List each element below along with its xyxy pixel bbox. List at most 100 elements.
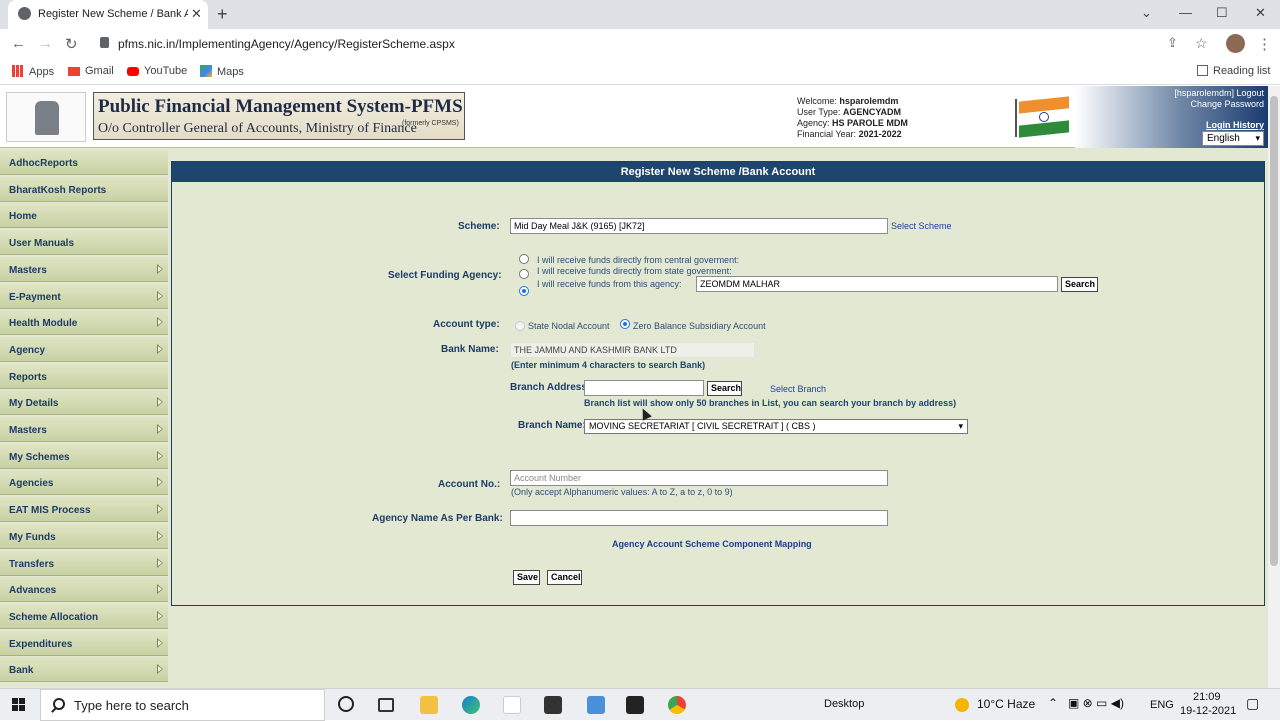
language-select[interactable]: English ▾ (1202, 131, 1264, 146)
browser-tab[interactable]: Register New Scheme / Bank Ac ✕ (8, 0, 208, 29)
edge-icon[interactable] (462, 696, 480, 714)
bookmark-gmail[interactable]: Gmail (68, 65, 114, 77)
central-funding-radio[interactable] (519, 254, 529, 264)
select-branch-link[interactable]: Select Branch (770, 384, 826, 394)
notification-icon[interactable]: ▢ (1246, 695, 1259, 712)
reading-list[interactable]: Reading list (1197, 65, 1270, 77)
windows-taskbar: Type here to search Desktop 10°C Haze ⌃ … (0, 688, 1280, 721)
clock-time[interactable]: 21:09 (1193, 691, 1221, 703)
sidebar-item-agency[interactable]: Agency (0, 336, 168, 362)
sidebar-item-label: Masters (9, 425, 47, 436)
pfms-page: Public Financial Management System-PFMS … (0, 86, 1268, 688)
maximize-icon[interactable]: ☐ (1216, 5, 1228, 21)
sidebar-item-user-manuals[interactable]: User Manuals (0, 230, 168, 256)
bookmark-maps[interactable]: Maps (200, 65, 244, 78)
sidebar-item-transfers[interactable]: Transfers (0, 550, 168, 576)
amazon-icon[interactable] (503, 696, 521, 714)
sidebar-item-home[interactable]: Home (0, 203, 168, 229)
sidebar-item-bank[interactable]: Bank (0, 657, 168, 683)
submenu-arrow-icon (157, 424, 163, 434)
funding-search-button[interactable]: Search (1061, 277, 1098, 292)
sidebar-item-expenditures[interactable]: Expenditures (0, 630, 168, 656)
sidebar-item-agencies[interactable]: Agencies (0, 470, 168, 496)
login-history-link[interactable]: Login History (1206, 120, 1264, 130)
task-view-icon[interactable] (378, 698, 394, 712)
sidebar-item-advances[interactable]: Advances (0, 577, 168, 603)
tab-search-icon[interactable]: ⌄ (1141, 5, 1152, 21)
chrome-icon[interactable] (668, 696, 686, 714)
weather-text[interactable]: 10°C Haze (977, 697, 1035, 711)
branch-search-button[interactable]: Search (707, 381, 742, 396)
app-icon[interactable] (587, 696, 605, 714)
branch-address-field[interactable] (584, 380, 704, 396)
maps-icon (200, 65, 212, 77)
file-explorer-icon[interactable] (420, 696, 438, 714)
change-password-link[interactable]: Change Password (1174, 99, 1264, 110)
url-omnibox[interactable]: pfms.nic.in/ImplementingAgency/Agency/Re… (92, 32, 1192, 56)
submenu-arrow-icon (157, 343, 163, 354)
scheme-field[interactable]: Mid Day Meal J&K (9165) [JK72] (510, 218, 888, 234)
bookmark-star-icon[interactable]: ☆ (1195, 35, 1208, 52)
new-tab-icon[interactable]: + (217, 4, 228, 25)
url-text: pfms.nic.in/ImplementingAgency/Agency/Re… (118, 37, 455, 51)
logout-link[interactable]: Logout (1236, 88, 1264, 98)
forward-icon[interactable]: → (38, 35, 53, 52)
taskbar-search-box[interactable]: Type here to search (40, 689, 325, 721)
bank-name-field[interactable]: THE JAMMU AND KASHMIR BANK LTD (510, 342, 755, 358)
sidebar-item-e-payment[interactable]: E-Payment (0, 283, 168, 309)
sidebar-item-scheme-allocation[interactable]: Scheme Allocation (0, 603, 168, 629)
sidebar-item-reports[interactable]: Reports (0, 363, 168, 389)
agency-name-field[interactable] (510, 510, 888, 526)
reading-list-icon (1197, 65, 1208, 76)
tray-icons[interactable]: ▣ ⊗ ▭ ◀) (1068, 696, 1124, 710)
sidebar-item-adhocreports[interactable]: AdhocReports (0, 150, 168, 175)
sidebar-item-label: AdhocReports (9, 158, 78, 169)
minimize-icon[interactable]: — (1179, 5, 1192, 20)
page-scrollbar[interactable] (1268, 86, 1280, 688)
back-icon[interactable]: ← (11, 35, 26, 52)
select-scheme-link[interactable]: Select Scheme (891, 221, 952, 231)
bookmark-apps[interactable]: Apps (12, 65, 54, 78)
close-window-icon[interactable]: ✕ (1255, 5, 1266, 21)
sidebar-item-label: Home (9, 211, 37, 223)
sidebar-item-my-details[interactable]: My Details (0, 390, 168, 416)
menu-kebab-icon[interactable]: ⋮ (1257, 35, 1272, 53)
bookmark-youtube[interactable]: YouTube (127, 65, 187, 77)
branch-name-select[interactable]: MOVING SECRETARIAT [ CIVIL SECRETRAIT ] … (584, 419, 968, 434)
sidebar-item-eat-mis-process[interactable]: EAT MIS Process (0, 497, 168, 523)
sidebar-item-masters[interactable]: Masters (0, 256, 168, 282)
sidebar-item-my-schemes[interactable]: My Schemes (0, 443, 168, 469)
state-nodal-radio[interactable] (515, 321, 525, 331)
close-tab-icon[interactable]: ✕ (191, 6, 202, 22)
zero-balance-radio[interactable] (620, 319, 630, 329)
input-language[interactable]: ENG (1150, 699, 1174, 711)
submenu-arrow-icon (157, 397, 163, 408)
weather-icon (955, 698, 969, 712)
state-funding-radio[interactable] (519, 269, 529, 279)
funding-agency-field[interactable]: ZEOMDM MALHAR (696, 276, 1058, 292)
mail-icon[interactable] (544, 696, 562, 714)
cancel-button[interactable]: Cancel (547, 570, 582, 585)
reload-icon[interactable]: ↻ (65, 35, 78, 53)
sidebar-item-masters[interactable]: Masters (0, 417, 168, 442)
sidebar-item-my-funds[interactable]: My Funds (0, 523, 168, 549)
sidebar-item-bharatkosh-reports[interactable]: BharatKosh Reports (0, 176, 168, 202)
clock-date[interactable]: 19-12-2021 (1180, 705, 1236, 717)
tray-chevron-icon[interactable]: ⌃ (1048, 696, 1058, 710)
sidebar-item-health-module[interactable]: Health Module (0, 310, 168, 336)
agency-funding-radio[interactable] (519, 286, 529, 296)
scheme-component-mapping-link[interactable]: Agency Account Scheme Component Mapping (612, 539, 812, 549)
share-icon[interactable]: ⇪ (1167, 35, 1178, 51)
user-link[interactable]: [hsparolemdm] (1174, 88, 1234, 98)
store-icon[interactable] (626, 696, 644, 714)
scrollbar-thumb[interactable] (1270, 96, 1278, 566)
submenu-arrow-icon (157, 290, 163, 301)
desktop-label[interactable]: Desktop (824, 698, 864, 710)
windows-start-icon[interactable] (12, 698, 26, 712)
save-button[interactable]: Save (513, 570, 540, 585)
account-number-field[interactable]: Account Number (510, 470, 888, 486)
globe-icon (18, 7, 31, 20)
cortana-icon[interactable] (338, 696, 354, 712)
profile-avatar[interactable] (1226, 34, 1245, 53)
sidebar-item-label: My Funds (9, 531, 56, 543)
